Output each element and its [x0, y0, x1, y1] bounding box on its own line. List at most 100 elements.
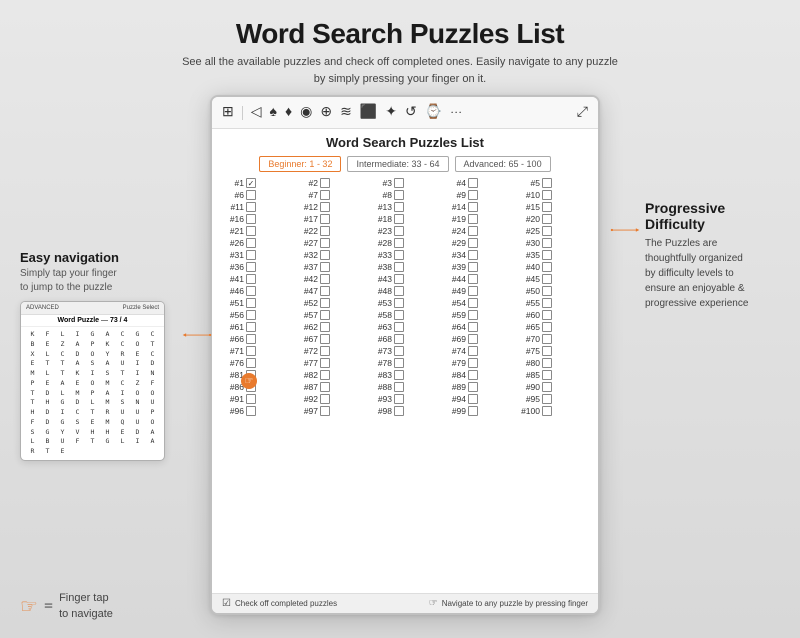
puzzle-checkbox[interactable]	[394, 178, 404, 188]
puzzle-item[interactable]: #91	[222, 394, 292, 404]
toolbar-icon-clock[interactable]: ⌚	[423, 103, 444, 122]
puzzle-checkbox[interactable]	[468, 322, 478, 332]
puzzle-item[interactable]: #48	[370, 286, 440, 296]
puzzle-checkbox[interactable]	[246, 394, 256, 404]
puzzle-checkbox[interactable]	[542, 190, 552, 200]
puzzle-checkbox[interactable]	[468, 274, 478, 284]
puzzle-item[interactable]: #54	[444, 298, 514, 308]
puzzle-item[interactable]: #75	[518, 346, 588, 356]
puzzle-checkbox[interactable]	[394, 406, 404, 416]
puzzle-checkbox[interactable]	[394, 382, 404, 392]
puzzle-checkbox[interactable]	[246, 310, 256, 320]
puzzle-item[interactable]: #55	[518, 298, 588, 308]
puzzle-checkbox[interactable]	[394, 262, 404, 272]
puzzle-item[interactable]: #18	[370, 214, 440, 224]
puzzle-checkbox[interactable]	[394, 286, 404, 296]
puzzle-item[interactable]: #12	[296, 202, 366, 212]
puzzle-item[interactable]: #39	[444, 262, 514, 272]
puzzle-checkbox[interactable]	[320, 298, 330, 308]
puzzle-item[interactable]: #10	[518, 190, 588, 200]
puzzle-checkbox[interactable]	[468, 298, 478, 308]
puzzle-checkbox[interactable]	[320, 358, 330, 368]
toolbar-icon-layers[interactable]: ≋	[338, 103, 354, 122]
puzzle-item[interactable]: #14	[444, 202, 514, 212]
puzzle-checkbox[interactable]	[394, 370, 404, 380]
puzzle-checkbox[interactable]	[320, 250, 330, 260]
puzzle-checkbox[interactable]	[246, 262, 256, 272]
puzzle-item[interactable]: #3	[370, 178, 440, 188]
puzzle-item[interactable]: #50	[518, 286, 588, 296]
puzzle-checkbox[interactable]	[246, 250, 256, 260]
puzzle-checkbox[interactable]	[394, 322, 404, 332]
tab-beginner[interactable]: Beginner: 1 - 32	[259, 156, 341, 172]
puzzle-item[interactable]: #90	[518, 382, 588, 392]
puzzle-item[interactable]: #21	[222, 226, 292, 236]
puzzle-item[interactable]: #25	[518, 226, 588, 236]
puzzle-item[interactable]: #9	[444, 190, 514, 200]
puzzle-checkbox[interactable]	[468, 202, 478, 212]
puzzle-item[interactable]: #73	[370, 346, 440, 356]
puzzle-item[interactable]: #80	[518, 358, 588, 368]
puzzle-checkbox[interactable]	[394, 394, 404, 404]
puzzle-checkbox[interactable]	[468, 214, 478, 224]
puzzle-item[interactable]: #61	[222, 322, 292, 332]
puzzle-checkbox[interactable]	[320, 322, 330, 332]
puzzle-item[interactable]: #8	[370, 190, 440, 200]
puzzle-checkbox[interactable]	[320, 382, 330, 392]
puzzle-item[interactable]: #23	[370, 226, 440, 236]
puzzle-checkbox[interactable]	[542, 382, 552, 392]
puzzle-item[interactable]: #40	[518, 262, 588, 272]
toolbar-icon-circle[interactable]: ◉	[298, 103, 314, 122]
puzzle-item[interactable]: #52	[296, 298, 366, 308]
puzzle-item[interactable]: #88	[370, 382, 440, 392]
puzzle-item[interactable]: #78	[370, 358, 440, 368]
puzzle-item[interactable]: #66	[222, 334, 292, 344]
toolbar-icon-rotate[interactable]: ↺	[403, 103, 419, 122]
puzzle-checkbox[interactable]	[246, 214, 256, 224]
puzzle-item[interactable]: #59	[444, 310, 514, 320]
puzzle-checkbox[interactable]	[246, 286, 256, 296]
toolbar-icon-square[interactable]: ⬛	[358, 103, 379, 122]
puzzle-item[interactable]: #6	[222, 190, 292, 200]
puzzle-checkbox[interactable]	[394, 214, 404, 224]
puzzle-checkbox[interactable]	[394, 310, 404, 320]
puzzle-item[interactable]: #37	[296, 262, 366, 272]
puzzle-checkbox[interactable]	[320, 346, 330, 356]
puzzle-item[interactable]: #27	[296, 238, 366, 248]
puzzle-item[interactable]: #29	[444, 238, 514, 248]
puzzle-checkbox[interactable]	[468, 370, 478, 380]
puzzle-checkbox[interactable]	[320, 238, 330, 248]
puzzle-item[interactable]: #77	[296, 358, 366, 368]
puzzle-checkbox[interactable]	[468, 334, 478, 344]
puzzle-item[interactable]: #95	[518, 394, 588, 404]
puzzle-checkbox[interactable]	[246, 406, 256, 416]
puzzle-checkbox[interactable]	[468, 310, 478, 320]
puzzle-checkbox[interactable]	[468, 382, 478, 392]
puzzle-checkbox[interactable]	[320, 190, 330, 200]
puzzle-item[interactable]: #43	[370, 274, 440, 284]
puzzle-item[interactable]: #67	[296, 334, 366, 344]
puzzle-item[interactable]: #22	[296, 226, 366, 236]
puzzle-item[interactable]: #19	[444, 214, 514, 224]
puzzle-checkbox[interactable]	[542, 358, 552, 368]
puzzle-checkbox[interactable]	[468, 406, 478, 416]
puzzle-item[interactable]: #89	[444, 382, 514, 392]
tab-advanced[interactable]: Advanced: 65 - 100	[455, 156, 551, 172]
toolbar-dots[interactable]: ···	[450, 105, 462, 120]
puzzle-item[interactable]: #5	[518, 178, 588, 188]
puzzle-item[interactable]: #38	[370, 262, 440, 272]
puzzle-checkbox[interactable]	[468, 238, 478, 248]
puzzle-item[interactable]: #32	[296, 250, 366, 260]
puzzle-item[interactable]: #45	[518, 274, 588, 284]
puzzle-item[interactable]: #13	[370, 202, 440, 212]
puzzle-item[interactable]: #15	[518, 202, 588, 212]
puzzle-item[interactable]: #17	[296, 214, 366, 224]
puzzle-item[interactable]: #74	[444, 346, 514, 356]
puzzle-item[interactable]: #93	[370, 394, 440, 404]
puzzle-item[interactable]: #28	[370, 238, 440, 248]
puzzle-checkbox[interactable]	[468, 226, 478, 236]
puzzle-item[interactable]: #65	[518, 322, 588, 332]
puzzle-item[interactable]: #47	[296, 286, 366, 296]
puzzle-checkbox[interactable]	[542, 226, 552, 236]
puzzle-item[interactable]: #56	[222, 310, 292, 320]
